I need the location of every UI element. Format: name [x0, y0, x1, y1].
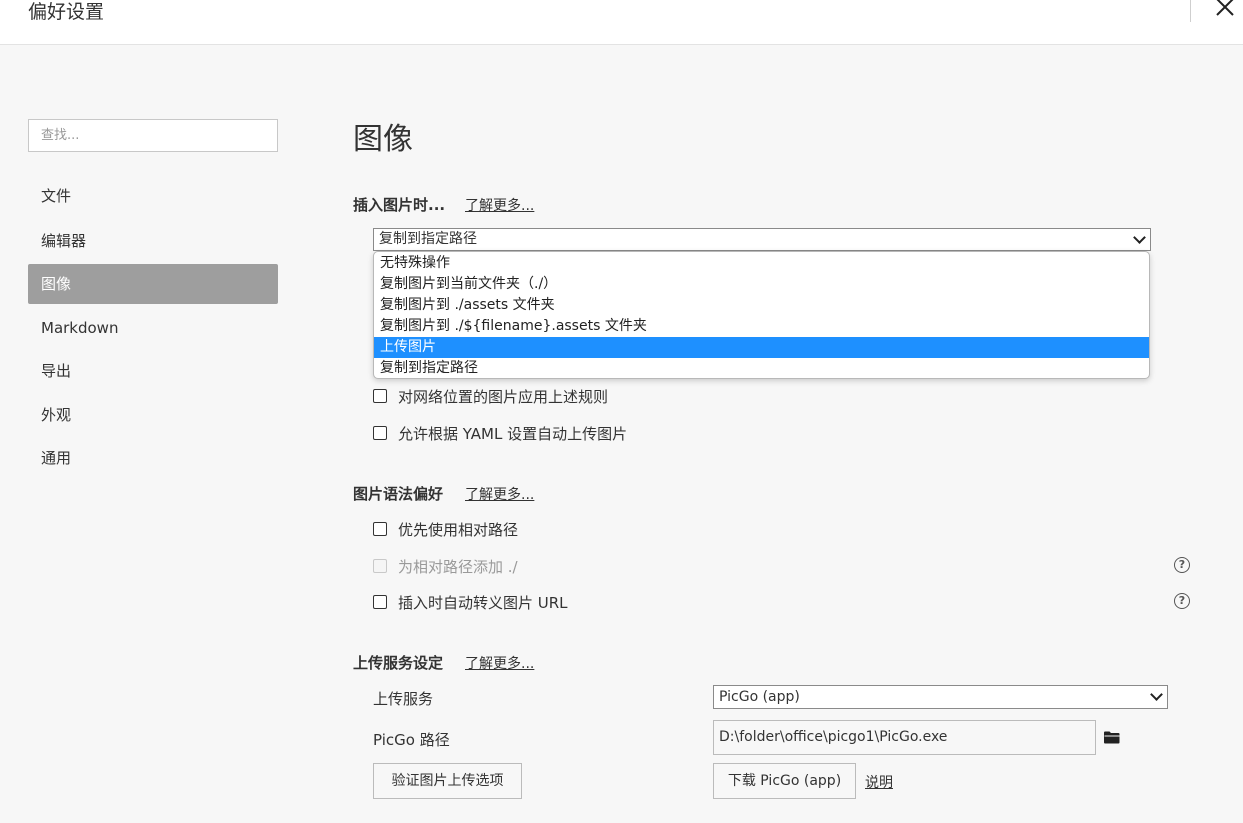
download-picgo-button[interactable]: 下载 PicGo (app) — [713, 763, 856, 799]
insert-action-select[interactable]: 复制到指定路径 — [373, 228, 1151, 251]
verify-upload-button[interactable]: 验证图片上传选项 — [373, 763, 522, 799]
help-icon[interactable]: ? — [1174, 557, 1190, 573]
prefer-relative-path-checkbox[interactable] — [373, 522, 387, 536]
yaml-auto-upload-row: 允许根据 YAML 设置自动上传图片 — [373, 421, 627, 445]
syntax-learn-more-link[interactable]: 了解更多... — [465, 484, 534, 504]
folder-icon[interactable] — [1104, 731, 1120, 744]
checkbox-label: 允许根据 YAML 设置自动上传图片 — [398, 424, 628, 443]
insert-action-selected-value: 复制到指定路径 — [379, 231, 477, 247]
upload-service-label: 上传服务 — [373, 690, 434, 708]
upload-section-heading: 上传服务设定 — [353, 654, 444, 672]
chevron-down-icon — [1133, 230, 1146, 244]
sidebar-item-markdown[interactable]: Markdown — [28, 308, 278, 348]
syntax-section-heading: 图片语法偏好 — [353, 485, 444, 503]
escape-image-url-row: 插入时自动转义图片 URL — [373, 590, 568, 614]
picgo-path-label: PicGo 路径 — [373, 731, 450, 749]
dropdown-option[interactable]: 复制图片到 ./assets 文件夹 — [374, 295, 1149, 316]
upload-service-value: PicGo (app) — [719, 689, 800, 705]
apply-network-images-row: 对网络位置的图片应用上述规则 — [373, 384, 608, 408]
upload-service-select[interactable]: PicGo (app) — [713, 685, 1168, 709]
dropdown-option[interactable]: 复制图片到 ./${filename}.assets 文件夹 — [374, 316, 1149, 337]
checkbox-label: 对网络位置的图片应用上述规则 — [398, 387, 609, 406]
sidebar-item-image[interactable]: 图像 — [28, 264, 278, 304]
sidebar-item-editor[interactable]: 编辑器 — [28, 221, 278, 261]
sidebar-item-appearance[interactable]: 外观 — [28, 395, 278, 435]
search-input[interactable] — [28, 119, 278, 152]
add-dot-slash-checkbox — [373, 559, 387, 573]
sidebar-item-export[interactable]: 导出 — [28, 351, 278, 391]
instructions-link[interactable]: 说明 — [865, 772, 893, 792]
close-icon[interactable] — [1212, 0, 1238, 20]
sidebar-item-general[interactable]: 通用 — [28, 438, 278, 478]
insert-learn-more-link[interactable]: 了解更多... — [465, 195, 534, 215]
picgo-path-input[interactable]: D:\folder\office\picgo1\PicGo.exe — [713, 720, 1096, 755]
insert-action-dropdown: 无特殊操作 复制图片到当前文件夹（./） 复制图片到 ./assets 文件夹 … — [373, 251, 1150, 379]
help-icon[interactable]: ? — [1174, 593, 1190, 609]
escape-image-url-checkbox[interactable] — [373, 595, 387, 609]
checkbox-label: 优先使用相对路径 — [398, 520, 519, 539]
dropdown-option[interactable]: 复制到指定路径 — [374, 358, 1149, 378]
dropdown-option-highlighted[interactable]: 上传图片 — [374, 337, 1149, 358]
insert-section-heading: 插入图片时... — [353, 196, 446, 214]
add-dot-slash-row: 为相对路径添加 ./ — [373, 554, 518, 578]
title-bar: 偏好设置 — [0, 0, 1243, 45]
titlebar-divider — [1190, 0, 1191, 22]
checkbox-label: 为相对路径添加 ./ — [398, 557, 518, 576]
yaml-auto-upload-checkbox[interactable] — [373, 426, 387, 440]
window-title: 偏好设置 — [28, 1, 105, 23]
checkbox-label: 插入时自动转义图片 URL — [398, 593, 568, 612]
chevron-down-icon — [1150, 688, 1163, 701]
sidebar-item-file[interactable]: 文件 — [28, 176, 278, 216]
page-title: 图像 — [353, 122, 413, 157]
apply-network-images-checkbox[interactable] — [373, 389, 387, 403]
upload-learn-more-link[interactable]: 了解更多... — [465, 653, 534, 673]
prefer-relative-path-row: 优先使用相对路径 — [373, 517, 518, 541]
dropdown-option[interactable]: 复制图片到当前文件夹（./） — [374, 274, 1149, 295]
dropdown-option[interactable]: 无特殊操作 — [374, 253, 1149, 274]
